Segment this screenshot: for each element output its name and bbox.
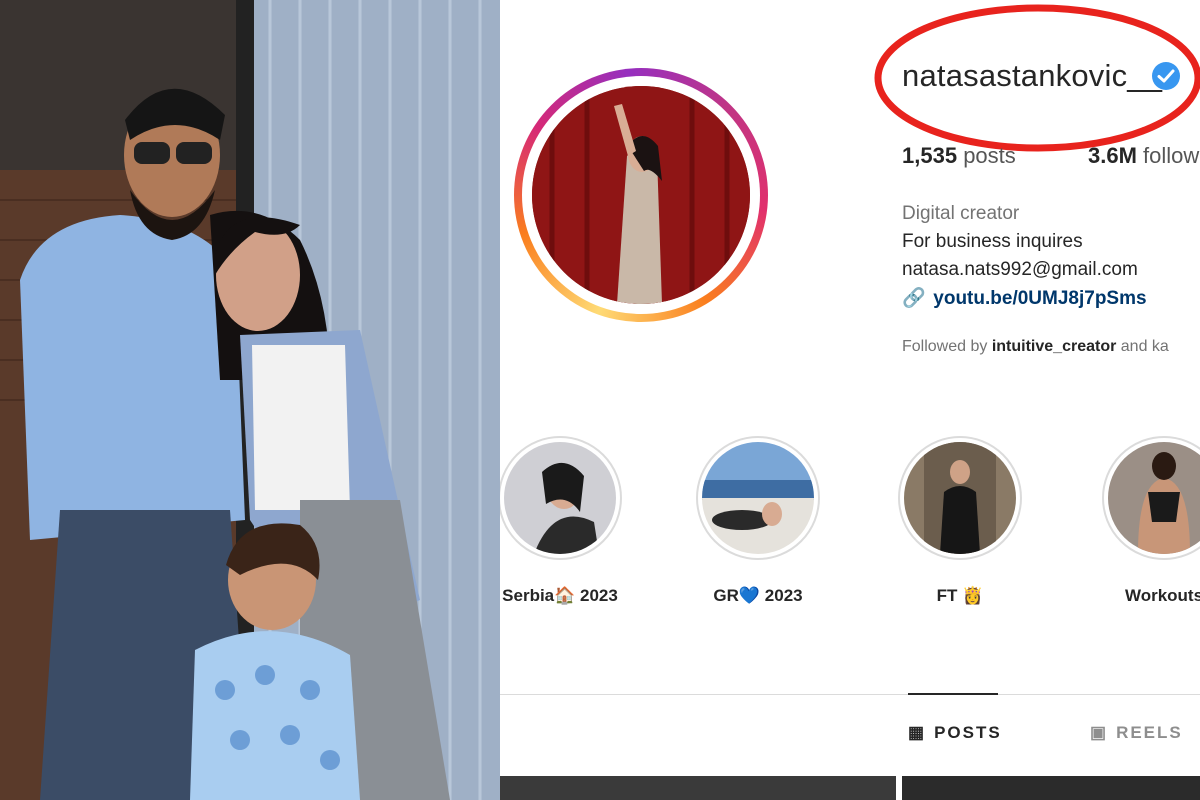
bio-line-email: natasa.nats992@gmail.com <box>902 259 1138 280</box>
followed-by[interactable]: Followed by intuitive_creator and ka <box>902 338 1169 356</box>
post-thumbnail[interactable] <box>902 776 1200 800</box>
post-thumbnail[interactable] <box>500 776 896 800</box>
tab-posts[interactable]: ▦ POSTS <box>908 723 1002 743</box>
highlight-workouts[interactable]: Workouts <box>1102 436 1200 636</box>
highlight-gr[interactable]: GR💙 2023 <box>696 436 820 636</box>
profile-username: natasastankovic__ <box>902 58 1163 93</box>
active-tab-indicator <box>908 693 998 695</box>
link-icon: 🔗 <box>902 288 926 309</box>
profile-avatar-image <box>532 86 750 304</box>
family-photo <box>0 0 500 800</box>
profile-link[interactable]: 🔗 youtu.be/0UMJ8j7pSms <box>902 286 1147 310</box>
bio-line-business: For business inquires <box>902 231 1083 252</box>
tabs-divider <box>500 694 1200 695</box>
family-photo-illustration <box>0 0 500 800</box>
profile-avatar[interactable] <box>514 68 768 322</box>
verified-badge-icon <box>1152 62 1180 90</box>
followers-count[interactable]: 3.6M follow <box>1088 143 1199 169</box>
posts-count[interactable]: 1,535 posts <box>902 143 1016 169</box>
tab-reels[interactable]: ▣ REELS <box>1090 723 1183 743</box>
profile-category: Digital creator <box>902 203 1020 224</box>
instagram-profile-panel: natasastankovic__ 1,535 posts 3.6M follo… <box>500 0 1200 800</box>
highlight-serbia[interactable]: Serbia🏠 2023 <box>500 436 622 636</box>
story-highlights: Serbia🏠 2023 GR💙 2023 FT 👸 Workouts <box>500 436 1200 636</box>
reels-icon: ▣ <box>1090 723 1109 742</box>
highlight-ft[interactable]: FT 👸 <box>898 436 1022 636</box>
grid-icon: ▦ <box>908 723 927 742</box>
profile-link-text[interactable]: youtu.be/0UMJ8j7pSms <box>933 288 1146 309</box>
